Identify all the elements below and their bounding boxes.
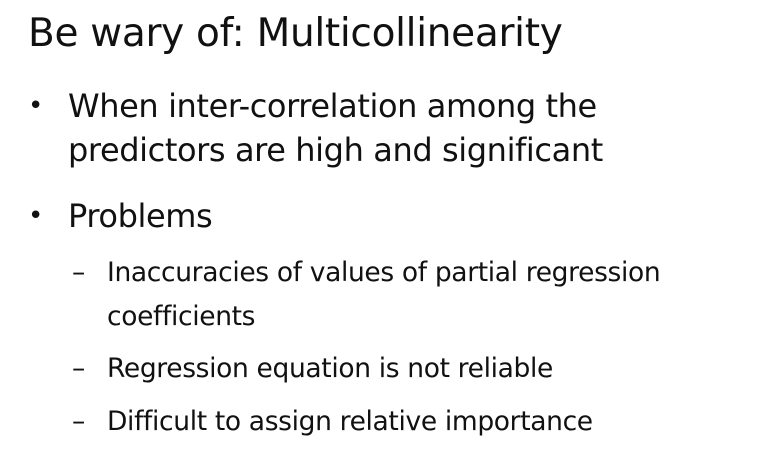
bullet-text-line: predictors are high and significant (68, 131, 603, 169)
bullet-marker: • (28, 91, 43, 121)
sub-bullet-marker: – (72, 257, 85, 288)
sub-bullet-text-line: Regression equation is not reliable (107, 353, 553, 384)
slide: Be wary of: Multicollinearity • When int… (0, 0, 775, 455)
sub-bullet-text-line: Inaccuracies of values of partial regres… (107, 257, 661, 288)
sub-bullet-text-line: coefficients (107, 301, 256, 332)
sub-bullet-marker: – (72, 353, 85, 384)
bullet-text-line: When inter-correlation among the (68, 87, 597, 125)
slide-title: Be wary of: Multicollinearity (28, 11, 563, 56)
bullet-marker: • (28, 201, 43, 231)
sub-bullet-text-line: Difficult to assign relative importance (107, 406, 593, 437)
sub-bullet-marker: – (72, 406, 85, 437)
bullet-text-line: Problems (68, 197, 213, 235)
